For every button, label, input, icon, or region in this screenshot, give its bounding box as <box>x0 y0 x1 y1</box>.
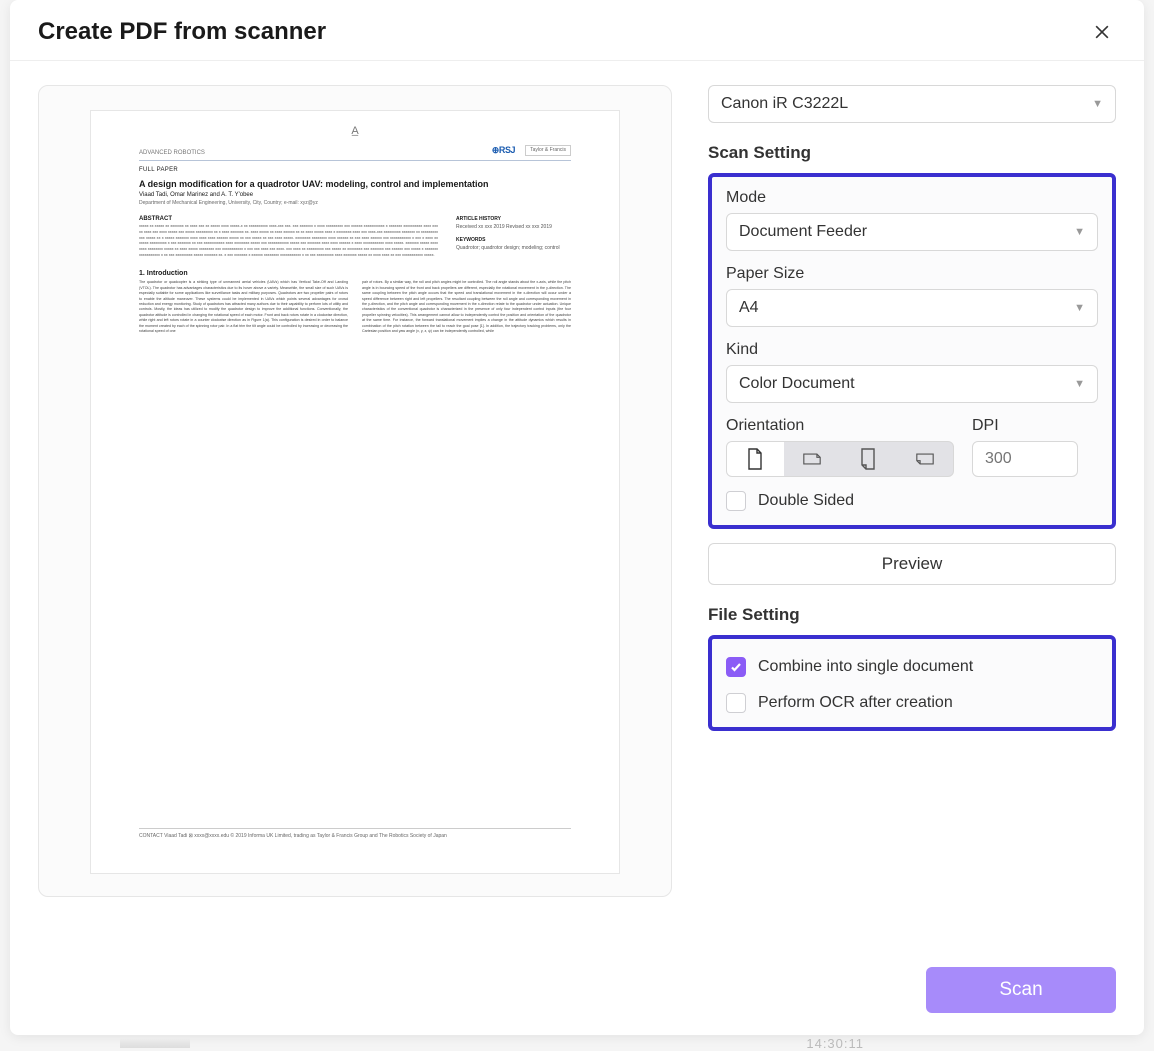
doc-keywords: Quadrotor; quadrotor design; modeling; c… <box>456 245 571 252</box>
doc-abstract: xxxxx xx xxxxx xx xxxxxxx xx xxxx xxx xx… <box>139 224 438 258</box>
orientation-label: Orientation <box>726 417 954 435</box>
kind-select[interactable]: Color Document ▼ <box>726 365 1098 403</box>
portrait-flipped-icon <box>859 448 877 470</box>
page-marker-icon: A̲ <box>351 125 358 137</box>
mode-select[interactable]: Document Feeder ▼ <box>726 213 1098 251</box>
dialog-title: Create PDF from scanner <box>38 18 326 46</box>
kind-value: Color Document <box>739 375 855 393</box>
file-setting-box: Combine into single document Perform OCR… <box>708 635 1116 731</box>
chevron-down-icon: ▼ <box>1074 302 1085 314</box>
close-icon <box>1092 22 1112 42</box>
dialog-body: A̲ ADVANCED ROBOTICS ⊕RSJ Taylor & Franc… <box>10 61 1144 1035</box>
ocr-label: Perform OCR after creation <box>758 694 953 712</box>
chevron-down-icon: ▼ <box>1074 378 1085 390</box>
background-thumbnail <box>120 1038 190 1048</box>
orientation-portrait[interactable] <box>727 442 784 476</box>
doc-footer-text: CONTACT Viaad Tadi ⊠ xxxx@xxxx.edu © 201… <box>139 833 571 839</box>
background-time: 14:30:11 <box>806 1036 864 1051</box>
rsj-logo: ⊕RSJ <box>492 145 515 156</box>
doc-tag: FULL PAPER <box>139 167 571 173</box>
doc-history-heading: ARTICLE HISTORY <box>456 216 571 222</box>
doc-abstract-heading: ABSTRACT <box>139 216 438 222</box>
preview-button-label: Preview <box>882 554 942 574</box>
doc-intro-heading: 1. Introduction <box>139 270 571 277</box>
mode-label: Mode <box>726 189 1098 207</box>
scan-setting-heading: Scan Setting <box>708 143 1116 163</box>
settings-panel: Canon iR C3222L ▼ Scan Setting Mode Docu… <box>708 85 1116 1015</box>
orientation-landscape-flipped[interactable] <box>897 442 954 476</box>
orientation-portrait-flipped[interactable] <box>840 442 897 476</box>
kind-label: Kind <box>726 341 1098 359</box>
preview-panel: A̲ ADVANCED ROBOTICS ⊕RSJ Taylor & Franc… <box>38 85 672 897</box>
scan-button-label: Scan <box>999 979 1042 1000</box>
landscape-flipped-icon <box>916 448 934 470</box>
scanner-select[interactable]: Canon iR C3222L ▼ <box>708 85 1116 123</box>
preview-page: A̲ ADVANCED ROBOTICS ⊕RSJ Taylor & Franc… <box>90 110 620 874</box>
check-icon <box>730 661 742 673</box>
doc-keywords-heading: KEYWORDS <box>456 237 571 243</box>
doc-title: A design modification for a quadrotor UA… <box>139 179 571 190</box>
close-button[interactable] <box>1088 18 1116 46</box>
doc-journal: ADVANCED ROBOTICS <box>139 150 205 156</box>
dpi-input[interactable] <box>972 441 1078 477</box>
combine-label: Combine into single document <box>758 658 973 676</box>
scanner-dialog: Create PDF from scanner A̲ ADVANCED ROBO… <box>10 0 1144 1035</box>
scan-button[interactable]: Scan <box>926 967 1116 1013</box>
doc-intro-col1: The quadrotor or quadcopter is a strikin… <box>139 280 348 334</box>
scanner-select-value: Canon iR C3222L <box>721 95 848 113</box>
orientation-group <box>726 441 954 477</box>
doc-affil: Department of Mechanical Engineering, Un… <box>139 200 571 206</box>
dialog-header: Create PDF from scanner <box>10 0 1144 61</box>
dpi-label: DPI <box>972 417 1098 435</box>
doc-history: Received xx xxx 2019 Revised xx xxx 2019 <box>456 224 571 231</box>
file-setting-heading: File Setting <box>708 605 1116 625</box>
mode-value: Document Feeder <box>739 223 867 241</box>
paper-size-select[interactable]: A4 ▼ <box>726 289 1098 327</box>
chevron-down-icon: ▼ <box>1092 98 1103 110</box>
paper-size-value: A4 <box>739 299 759 317</box>
doc-authors: Viaad Tadi, Omar Marinez and A. T. Y'obe… <box>139 192 571 198</box>
doc-footer: CONTACT Viaad Tadi ⊠ xxxx@xxxx.edu © 201… <box>139 828 571 839</box>
portrait-icon <box>746 448 764 470</box>
double-sided-checkbox[interactable] <box>726 491 746 511</box>
paper-size-label: Paper Size <box>726 265 1098 283</box>
doc-intro-col2: pair of rotors. By a similar way, the ro… <box>362 280 571 334</box>
combine-checkbox[interactable] <box>726 657 746 677</box>
scan-setting-box: Mode Document Feeder ▼ Paper Size A4 ▼ K… <box>708 173 1116 529</box>
orientation-landscape[interactable] <box>784 442 841 476</box>
publisher-logo: Taylor & Francis <box>525 145 571 156</box>
chevron-down-icon: ▼ <box>1074 226 1085 238</box>
landscape-icon <box>803 448 821 470</box>
double-sided-label: Double Sided <box>758 492 854 510</box>
ocr-checkbox[interactable] <box>726 693 746 713</box>
preview-button[interactable]: Preview <box>708 543 1116 585</box>
